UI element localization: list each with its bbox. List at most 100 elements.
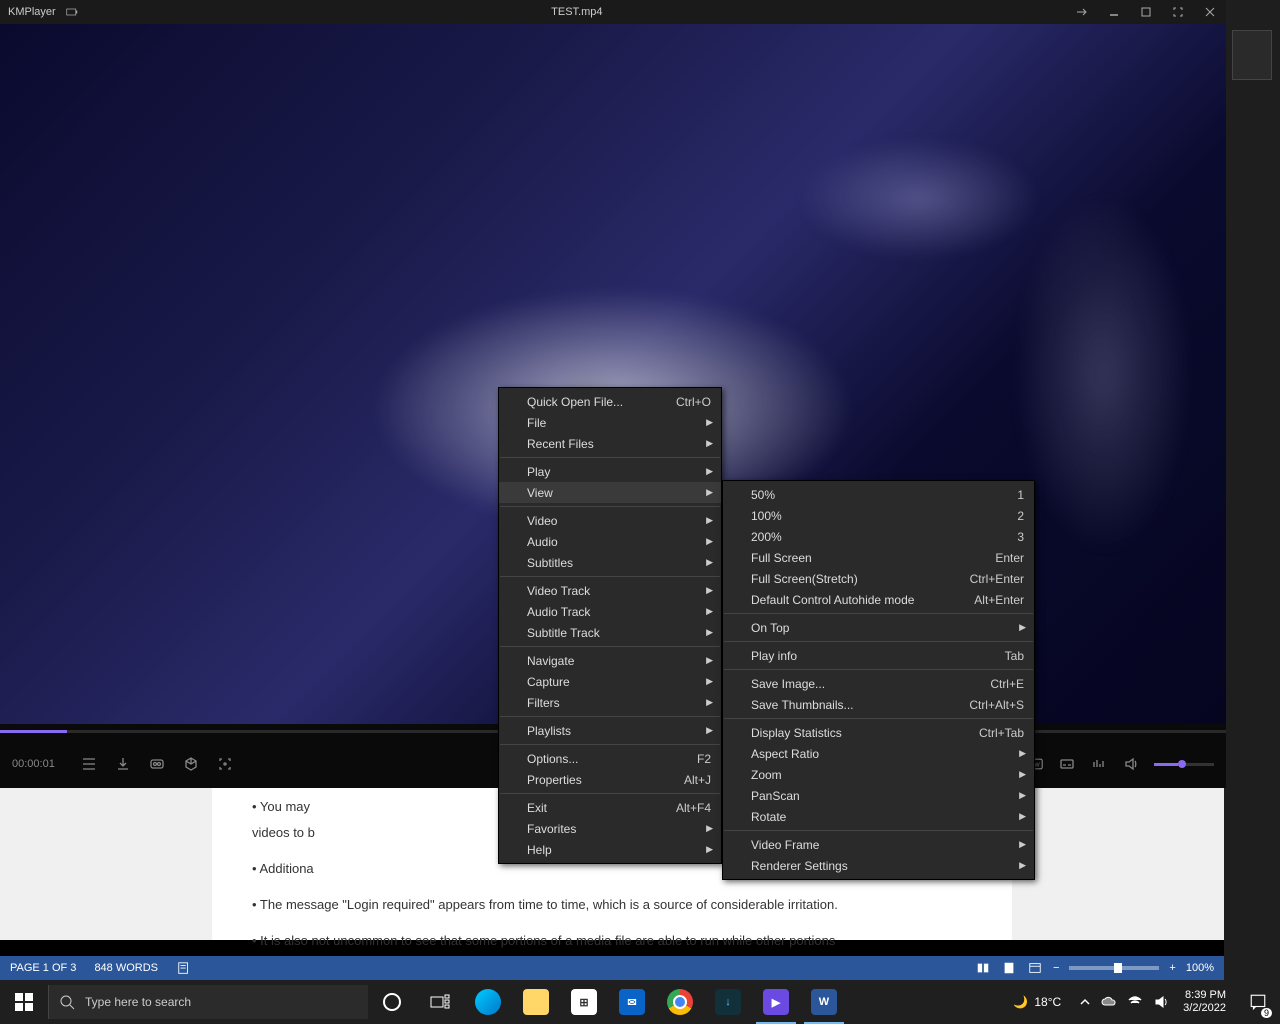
spellcheck-icon[interactable] — [176, 960, 192, 976]
word-count[interactable]: 848 WORDS — [94, 962, 158, 974]
store-icon[interactable]: ⊞ — [560, 980, 608, 1024]
menu-item-label: Rotate — [751, 810, 1024, 824]
menu-item[interactable]: Filters▶ — [499, 692, 721, 713]
submenu-arrow-icon: ▶ — [706, 515, 713, 526]
menu-item-label: Exit — [527, 801, 676, 815]
submenu-arrow-icon: ▶ — [706, 487, 713, 498]
file-explorer-icon[interactable] — [512, 980, 560, 1024]
page-thumbnail[interactable] — [1232, 30, 1272, 80]
system-clock[interactable]: 8:39 PM 3/2/2022 — [1177, 989, 1232, 1015]
equalizer-icon[interactable] — [1090, 755, 1108, 773]
zoom-slider[interactable] — [1069, 966, 1159, 970]
weather-widget[interactable]: 🌙 18°C — [1005, 995, 1069, 1009]
mail-icon[interactable]: ✉ — [608, 980, 656, 1024]
taskbar-search[interactable]: Type here to search — [48, 985, 368, 1019]
menu-item[interactable]: Favorites▶ — [499, 818, 721, 839]
playlist-icon[interactable] — [80, 755, 98, 773]
volume-icon[interactable] — [1122, 755, 1140, 773]
submenu-arrow-icon: ▶ — [706, 438, 713, 449]
menu-item-shortcut: Alt+Enter — [974, 593, 1024, 607]
menu-item[interactable]: On Top▶ — [723, 617, 1034, 638]
menu-item-label: Audio Track — [527, 605, 711, 619]
volume-slider[interactable] — [1154, 763, 1214, 766]
kmplayer-taskbar-icon[interactable]: ▶ — [752, 980, 800, 1024]
menu-item-label: Capture — [527, 675, 711, 689]
submenu-arrow-icon: ▶ — [1019, 622, 1026, 633]
menu-item[interactable]: Recent Files▶ — [499, 433, 721, 454]
menu-item-label: Options... — [527, 752, 697, 766]
menu-item-label: PanScan — [751, 789, 1024, 803]
edge-icon[interactable] — [464, 980, 512, 1024]
menu-item[interactable]: Capture▶ — [499, 671, 721, 692]
print-layout-icon[interactable] — [1001, 960, 1017, 976]
maximize-button[interactable] — [1138, 4, 1154, 20]
word-status-bar: PAGE 1 OF 3 848 WORDS − + 100% — [0, 956, 1224, 980]
zoom-out-button[interactable]: − — [1053, 962, 1059, 974]
task-view-icon[interactable] — [416, 980, 464, 1024]
close-button[interactable] — [1202, 4, 1218, 20]
web-layout-icon[interactable] — [1027, 960, 1043, 976]
tray-chevron-icon[interactable] — [1077, 994, 1093, 1010]
menu-item-label: Play info — [751, 649, 1005, 663]
menu-item[interactable]: Full Screen(Stretch)Ctrl+Enter — [723, 568, 1034, 589]
kmplayer-titlebar[interactable]: KMPlayer TEST.mp4 — [0, 0, 1226, 24]
menu-item[interactable]: PropertiesAlt+J — [499, 769, 721, 790]
menu-item[interactable]: 100%2 — [723, 505, 1034, 526]
vr-icon[interactable] — [148, 755, 166, 773]
menu-item[interactable]: Video Frame▶ — [723, 834, 1034, 855]
menu-item[interactable]: PanScan▶ — [723, 785, 1034, 806]
menu-item[interactable]: Subtitles▶ — [499, 552, 721, 573]
pin-icon[interactable] — [1074, 4, 1090, 20]
focus-icon[interactable] — [216, 755, 234, 773]
menu-item[interactable]: File▶ — [499, 412, 721, 433]
menu-item[interactable]: Default Control Autohide modeAlt+Enter — [723, 589, 1034, 610]
zoom-level[interactable]: 100% — [1186, 962, 1214, 974]
sound-icon[interactable] — [1153, 994, 1169, 1010]
menu-item[interactable]: Zoom▶ — [723, 764, 1034, 785]
menu-item-label: Save Image... — [751, 677, 990, 691]
menu-item[interactable]: Full ScreenEnter — [723, 547, 1034, 568]
menu-item[interactable]: Aspect Ratio▶ — [723, 743, 1034, 764]
chrome-icon[interactable] — [656, 980, 704, 1024]
menu-item-label: Audio — [527, 535, 711, 549]
menu-item[interactable]: Display StatisticsCtrl+Tab — [723, 722, 1034, 743]
menu-item[interactable]: Save Image...Ctrl+E — [723, 673, 1034, 694]
menu-item[interactable]: Subtitle Track▶ — [499, 622, 721, 643]
fullscreen-button[interactable] — [1170, 4, 1186, 20]
menu-item-label: Video Track — [527, 584, 711, 598]
cube-icon[interactable] — [182, 755, 200, 773]
menu-item[interactable]: Audio▶ — [499, 531, 721, 552]
menu-item[interactable]: Play infoTab — [723, 645, 1034, 666]
wifi-icon[interactable] — [1127, 994, 1143, 1010]
menu-item[interactable]: Navigate▶ — [499, 650, 721, 671]
menu-item[interactable]: Video▶ — [499, 510, 721, 531]
menu-item[interactable]: 50%1 — [723, 484, 1034, 505]
submenu-arrow-icon: ▶ — [706, 844, 713, 855]
download-icon[interactable] — [114, 755, 132, 773]
read-mode-icon[interactable] — [975, 960, 991, 976]
zoom-in-button[interactable]: + — [1169, 962, 1175, 974]
notifications-button[interactable]: 9 — [1240, 980, 1276, 1024]
menu-item[interactable]: Help▶ — [499, 839, 721, 860]
menu-item[interactable]: Audio Track▶ — [499, 601, 721, 622]
menu-item-shortcut: Ctrl+Enter — [970, 572, 1024, 586]
start-button[interactable] — [0, 980, 48, 1024]
menu-item[interactable]: Save Thumbnails...Ctrl+Alt+S — [723, 694, 1034, 715]
word-taskbar-icon[interactable]: W — [800, 980, 848, 1024]
onedrive-icon[interactable] — [1101, 994, 1117, 1010]
menu-item[interactable]: Quick Open File...Ctrl+O — [499, 391, 721, 412]
menu-item[interactable]: Renderer Settings▶ — [723, 855, 1034, 876]
cortana-icon[interactable] — [368, 980, 416, 1024]
menu-item[interactable]: Options...F2 — [499, 748, 721, 769]
menu-item[interactable]: View▶ — [499, 482, 721, 503]
menu-item[interactable]: Rotate▶ — [723, 806, 1034, 827]
page-indicator[interactable]: PAGE 1 OF 3 — [10, 962, 76, 974]
minimize-button[interactable] — [1106, 4, 1122, 20]
menu-item[interactable]: 200%3 — [723, 526, 1034, 547]
menu-item[interactable]: Video Track▶ — [499, 580, 721, 601]
menu-item[interactable]: Playlists▶ — [499, 720, 721, 741]
menu-item[interactable]: ExitAlt+F4 — [499, 797, 721, 818]
menu-item[interactable]: Play▶ — [499, 461, 721, 482]
app-icon-1[interactable]: ↓ — [704, 980, 752, 1024]
subtitle-icon[interactable] — [1058, 755, 1076, 773]
